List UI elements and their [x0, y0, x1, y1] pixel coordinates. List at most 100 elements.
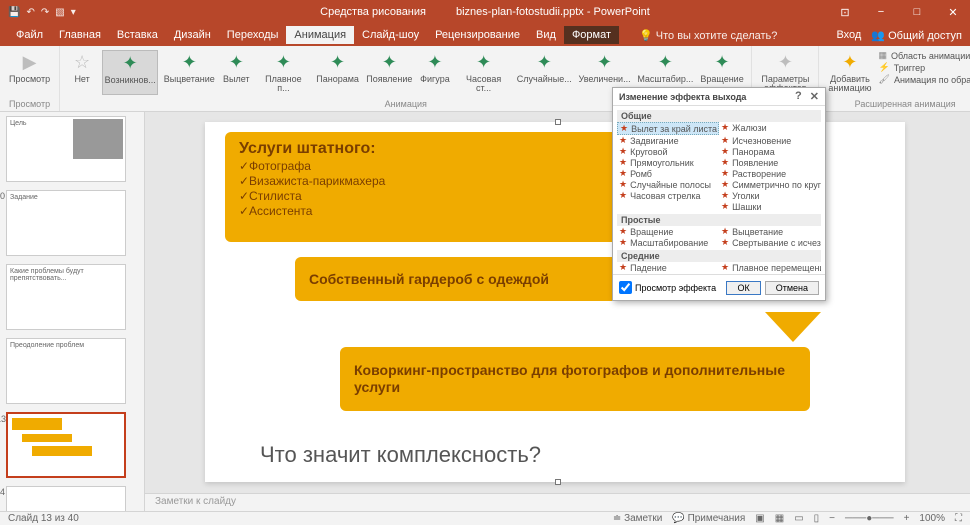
close-button[interactable]: ✕: [936, 0, 970, 24]
star-icon: ✦: [476, 52, 491, 73]
preview-effect-checkbox[interactable]: Просмотр эффекта: [619, 281, 716, 294]
ok-button[interactable]: ОК: [726, 281, 760, 295]
effect-item[interactable]: ★Панорама: [719, 146, 821, 157]
slide-thumbnail[interactable]: 10Задание: [6, 190, 126, 256]
effect-item[interactable]: ★Шашки: [719, 201, 821, 212]
fit-window-icon[interactable]: ⛶: [955, 513, 962, 524]
effect-item[interactable]: ★Выцветание: [719, 226, 821, 237]
slide-thumbnails[interactable]: Цель 10Задание Какие проблемы будут препят…: [0, 112, 145, 511]
reading-view-icon[interactable]: ▭: [794, 513, 803, 524]
slide-counter: Слайд 13 из 40: [8, 513, 79, 524]
tab-slideshow[interactable]: Слайд-шоу: [354, 26, 427, 44]
tab-home[interactable]: Главная: [51, 26, 109, 44]
animation-gallery-item[interactable]: ✦Появление: [365, 50, 414, 95]
effect-item[interactable]: ★Жалюзи: [719, 122, 821, 133]
start-slideshow-icon[interactable]: ▧: [55, 7, 64, 18]
minimize-button[interactable]: −: [864, 0, 898, 24]
slide-thumbnail[interactable]: 14: [6, 486, 126, 511]
tab-file[interactable]: Файл: [8, 26, 51, 44]
share-button[interactable]: 👥 Общий доступ: [871, 29, 962, 42]
tab-design[interactable]: Дизайн: [166, 26, 219, 44]
add-star-icon: ✦: [842, 52, 857, 73]
animation-gallery-item[interactable]: ☆Нет: [66, 50, 98, 95]
effect-item[interactable]: ★Свертывание с исчезновением: [719, 237, 821, 248]
animation-gallery-item[interactable]: ✦Фигура: [418, 50, 452, 95]
canvas[interactable]: Услуги штатного: ✓Фотографа✓Визажиста-па…: [145, 112, 970, 493]
text-box-coworking[interactable]: Коворкинг-пространство для фотографов и …: [340, 347, 810, 411]
zoom-slider[interactable]: ───●───: [845, 513, 894, 524]
tell-me-search[interactable]: 💡 Что вы хотите сделать?: [639, 29, 777, 42]
animation-gallery-item[interactable]: ✦Плавное п...: [256, 50, 310, 95]
redo-icon[interactable]: ↷: [41, 7, 49, 18]
star-icon: ✦: [123, 53, 138, 74]
preview-button[interactable]: ▶Просмотр: [6, 50, 53, 86]
animation-gallery-item[interactable]: ✦Панорама: [315, 50, 361, 95]
tab-transitions[interactable]: Переходы: [219, 26, 287, 44]
dialog-titlebar[interactable]: Изменение эффекта выхода ? ✕: [613, 88, 825, 106]
slideshow-view-icon[interactable]: ▯: [814, 513, 820, 524]
slide-thumbnail[interactable]: 13: [6, 412, 126, 478]
selection-handle[interactable]: [555, 479, 561, 485]
zoom-out-button[interactable]: −: [829, 513, 835, 524]
effect-item[interactable]: ★Ромб: [617, 168, 719, 179]
slide-thumbnail[interactable]: Цель: [6, 116, 126, 182]
effect-item[interactable]: ★Уголки: [719, 190, 821, 201]
effect-item[interactable]: ★Появление: [719, 157, 821, 168]
animation-gallery-item[interactable]: ✦Случайные...: [515, 50, 573, 95]
animation-painter-button[interactable]: 🖌Анимация по образцу: [879, 74, 970, 85]
dropdown-icon[interactable]: ▾: [71, 7, 76, 18]
notes-pane[interactable]: Заметки к слайду: [145, 493, 970, 511]
effect-item[interactable]: ★Растворение: [719, 168, 821, 179]
arrow-shape[interactable]: [765, 312, 821, 342]
animation-gallery-item[interactable]: ✦Выцветание: [162, 50, 216, 95]
comments-toggle[interactable]: 💬 Примечания: [672, 513, 745, 524]
tab-animations[interactable]: Анимация: [286, 26, 354, 44]
zoom-in-button[interactable]: +: [904, 513, 910, 524]
add-animation-button[interactable]: ✦Добавить анимацию: [825, 50, 874, 95]
trigger-button[interactable]: ⚡Триггер: [879, 62, 970, 73]
tab-view[interactable]: Вид: [528, 26, 564, 44]
effect-item[interactable]: ★Масштабирование: [617, 237, 719, 248]
effect-item[interactable]: ★Вылет за край листа: [617, 122, 719, 135]
signin-link[interactable]: Вход: [836, 29, 861, 41]
text-box-services[interactable]: Услуги штатного: ✓Фотографа✓Визажиста-па…: [225, 132, 625, 242]
selection-handle[interactable]: [555, 119, 561, 125]
zoom-level[interactable]: 100%: [919, 513, 945, 524]
undo-icon[interactable]: ↶: [26, 7, 34, 18]
effect-item[interactable]: ★Плавное перемещение вверх: [719, 262, 821, 273]
effect-item[interactable]: ★Симметрично по кругу: [719, 179, 821, 190]
cancel-button[interactable]: Отмена: [765, 281, 819, 295]
dialog-help-button[interactable]: ?: [795, 90, 802, 103]
tab-insert[interactable]: Вставка: [109, 26, 166, 44]
group-label-advanced: Расширенная анимация: [825, 99, 970, 109]
effect-item[interactable]: ★Часовая стрелка: [617, 190, 719, 201]
notes-toggle[interactable]: ≐ Заметки: [613, 513, 662, 524]
save-icon[interactable]: 💾: [8, 7, 20, 18]
slide-thumbnail[interactable]: Преодоление проблем: [6, 338, 126, 404]
pane-icon: ▦: [879, 50, 888, 61]
star-icon: ✦: [330, 52, 345, 73]
tab-review[interactable]: Рецензирование: [427, 26, 528, 44]
animation-gallery-item[interactable]: ✦Вылет: [220, 50, 252, 95]
effect-item[interactable]: ★Падение: [617, 262, 719, 273]
effect-item[interactable]: ★Исчезновение: [719, 135, 821, 146]
normal-view-icon[interactable]: ▣: [755, 513, 764, 524]
dialog-close-button[interactable]: ✕: [810, 90, 819, 103]
effect-item[interactable]: ★Случайные полосы: [617, 179, 719, 190]
animation-gallery-item[interactable]: ✦Часовая ст...: [456, 50, 512, 95]
effect-item[interactable]: ★Круговой: [617, 146, 719, 157]
slide-thumbnail[interactable]: Какие проблемы будут препятствовать...: [6, 264, 126, 330]
maximize-button[interactable]: □: [900, 0, 934, 24]
effect-item[interactable]: ★Прямоугольник: [617, 157, 719, 168]
ribbon-options-icon[interactable]: ⊡: [828, 0, 862, 24]
effect-item[interactable]: ★Задвигание: [617, 135, 719, 146]
tab-format[interactable]: Формат: [564, 26, 619, 44]
sorter-view-icon[interactable]: ▦: [775, 513, 784, 524]
animation-gallery-item[interactable]: ✦Возникнов...: [102, 50, 158, 95]
exit-star-icon: ★: [721, 226, 729, 237]
star-icon: ✦: [229, 52, 244, 73]
effect-list[interactable]: Общие★Вылет за край листа★Жалюзи★Задвига…: [613, 106, 825, 274]
animation-pane-button[interactable]: ▦Область анимации: [879, 50, 970, 61]
question-text[interactable]: Что значит комплексность?: [260, 442, 541, 468]
effect-item[interactable]: ★Вращение: [617, 226, 719, 237]
